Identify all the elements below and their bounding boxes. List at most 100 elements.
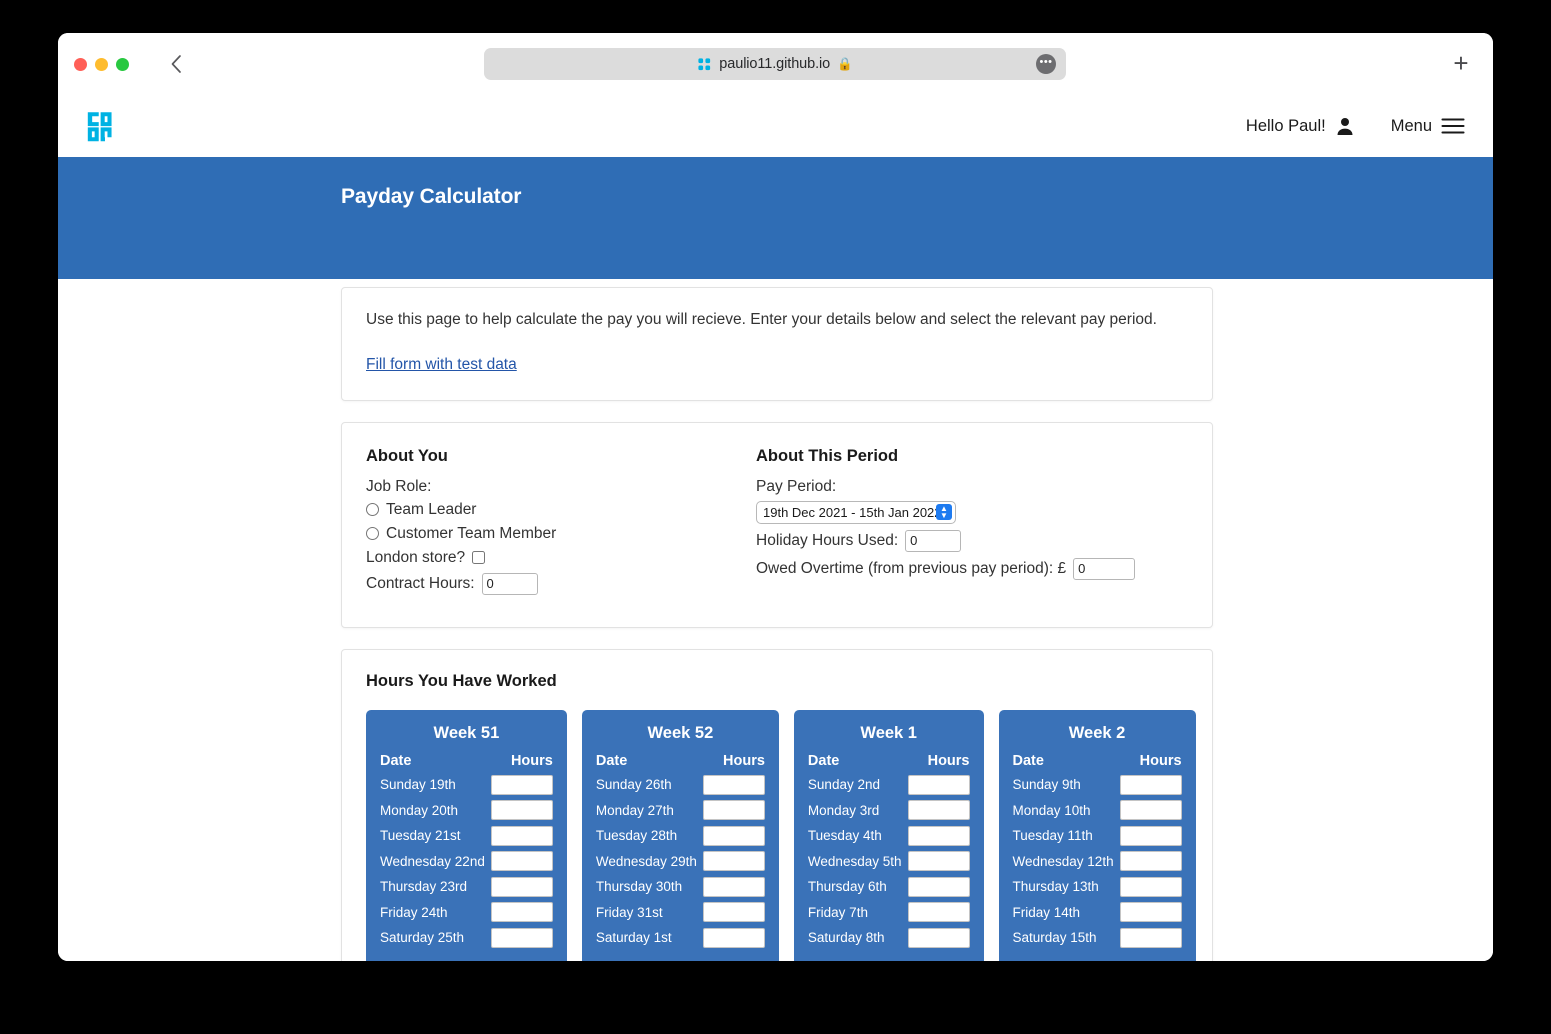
day-hours-input[interactable] (1120, 826, 1182, 846)
day-hours-input[interactable] (491, 877, 553, 897)
day-hours-input[interactable] (703, 928, 765, 948)
column-header-hours: Hours (1140, 753, 1182, 769)
hours-worked-card: Hours You Have Worked Week 51DateHoursSu… (341, 649, 1213, 961)
day-hours-input[interactable] (703, 826, 765, 846)
day-label: Monday 3rd (808, 803, 879, 818)
chevron-updown-icon[interactable]: ▲▼ (936, 504, 952, 520)
day-hours-input[interactable] (491, 928, 553, 948)
holiday-hours-row: Holiday Hours Used: (756, 530, 1188, 552)
day-label: Wednesday 12th (1013, 854, 1114, 869)
day-hours-input[interactable] (703, 902, 765, 922)
job-role-label: Job Role: (366, 478, 756, 496)
day-label: Thursday 6th (808, 879, 887, 894)
new-tab-button[interactable]: + (1447, 50, 1475, 78)
week-card-title: Week 52 (596, 724, 765, 743)
main-content: Use this page to help calculate the pay … (341, 287, 1213, 961)
holiday-hours-label: Holiday Hours Used: (756, 532, 898, 550)
week-card: Week 52DateHoursSunday 26thMonday 27thTu… (582, 710, 779, 961)
radio-team-leader[interactable]: Team Leader (366, 501, 756, 519)
day-hours-input[interactable] (491, 800, 553, 820)
hours-worked-title: Hours You Have Worked (366, 672, 1188, 691)
day-hours-input[interactable] (491, 826, 553, 846)
radio-customer-team-member-label: Customer Team Member (386, 525, 556, 543)
day-row: Friday 7th (808, 902, 970, 922)
hamburger-icon (1441, 117, 1465, 135)
radio-team-leader-label: Team Leader (386, 501, 476, 519)
day-hours-input[interactable] (703, 775, 765, 795)
more-dots-icon[interactable]: ••• (1036, 54, 1056, 74)
about-period-section: About This Period Pay Period: 19th Dec 2… (756, 447, 1188, 601)
minimize-window-button[interactable] (95, 58, 108, 71)
day-hours-input[interactable] (491, 902, 553, 922)
day-hours-input[interactable] (1120, 851, 1182, 871)
back-chevron-icon[interactable] (165, 51, 187, 77)
day-label: Monday 10th (1013, 803, 1091, 818)
day-hours-input[interactable] (1120, 902, 1182, 922)
day-label: Wednesday 22nd (380, 854, 485, 869)
pay-period-label: Pay Period: (756, 478, 1188, 496)
day-hours-input[interactable] (908, 800, 970, 820)
day-hours-input[interactable] (908, 826, 970, 846)
day-hours-input[interactable] (703, 851, 765, 871)
day-hours-input[interactable] (908, 775, 970, 795)
day-hours-input[interactable] (908, 877, 970, 897)
day-row: Tuesday 4th (808, 826, 970, 846)
day-hours-input[interactable] (908, 851, 970, 871)
close-window-button[interactable] (74, 58, 87, 71)
address-bar[interactable]: paulio11.github.io 🔒 ••• (484, 48, 1066, 80)
day-row: Thursday 13th (1013, 877, 1182, 897)
hero-band: Payday Calculator (58, 157, 1493, 279)
week-card: Week 1DateHoursSunday 2ndMonday 3rdTuesd… (794, 710, 984, 961)
fill-test-data-link[interactable]: Fill form with test data (366, 356, 517, 374)
day-label: Thursday 23rd (380, 879, 467, 894)
contract-hours-input[interactable] (482, 573, 538, 595)
day-hours-input[interactable] (491, 775, 553, 795)
maximize-window-button[interactable] (116, 58, 129, 71)
day-hours-input[interactable] (1120, 800, 1182, 820)
radio-team-leader-input[interactable] (366, 503, 379, 516)
day-row: Monday 20th (380, 800, 553, 820)
day-label: Saturday 15th (1013, 930, 1097, 945)
week-card-title: Week 2 (1013, 724, 1182, 743)
day-label: Friday 31st (596, 905, 663, 920)
account-link[interactable]: Hello Paul! (1246, 116, 1355, 136)
day-row: Wednesday 5th (808, 851, 970, 871)
column-header-hours: Hours (723, 753, 765, 769)
day-row: Thursday 6th (808, 877, 970, 897)
owed-overtime-input[interactable] (1073, 558, 1135, 580)
radio-customer-team-member-input[interactable] (366, 527, 379, 540)
menu-button[interactable]: Menu (1391, 117, 1465, 136)
day-hours-input[interactable] (1120, 928, 1182, 948)
column-header-hours: Hours (928, 753, 970, 769)
day-hours-input[interactable] (1120, 877, 1182, 897)
site-header: Hello Paul! Menu (58, 95, 1493, 157)
week-card: Week 51DateHoursSunday 19thMonday 20thTu… (366, 710, 567, 961)
day-hours-input[interactable] (1120, 775, 1182, 795)
day-row: Monday 10th (1013, 800, 1182, 820)
week-card-header: DateHours (1013, 753, 1182, 769)
day-hours-input[interactable] (703, 800, 765, 820)
page-viewport: Hello Paul! Menu Payday C (58, 95, 1493, 961)
day-label: Wednesday 29th (596, 854, 697, 869)
about-period-title: About This Period (756, 447, 1188, 466)
day-hours-input[interactable] (908, 928, 970, 948)
day-row: Wednesday 29th (596, 851, 765, 871)
week-card-title: Week 1 (808, 724, 970, 743)
day-label: Sunday 26th (596, 777, 672, 792)
pay-period-select[interactable]: 19th Dec 2021 - 15th Jan 2022 (756, 501, 956, 524)
details-card: About You Job Role: Team Leader Customer… (341, 422, 1213, 628)
browser-window: paulio11.github.io 🔒 ••• + Hello Paul! (58, 33, 1493, 961)
day-row: Sunday 26th (596, 775, 765, 795)
day-label: Wednesday 5th (808, 854, 902, 869)
coop-logo[interactable] (84, 107, 122, 145)
person-icon (1335, 116, 1355, 136)
day-hours-input[interactable] (908, 902, 970, 922)
day-row: Sunday 2nd (808, 775, 970, 795)
holiday-hours-input[interactable] (905, 530, 961, 552)
radio-customer-team-member[interactable]: Customer Team Member (366, 525, 756, 543)
day-hours-input[interactable] (703, 877, 765, 897)
day-label: Friday 7th (808, 905, 868, 920)
day-hours-input[interactable] (491, 851, 553, 871)
london-store-checkbox[interactable] (472, 551, 485, 564)
contract-hours-label: Contract Hours: (366, 575, 475, 593)
